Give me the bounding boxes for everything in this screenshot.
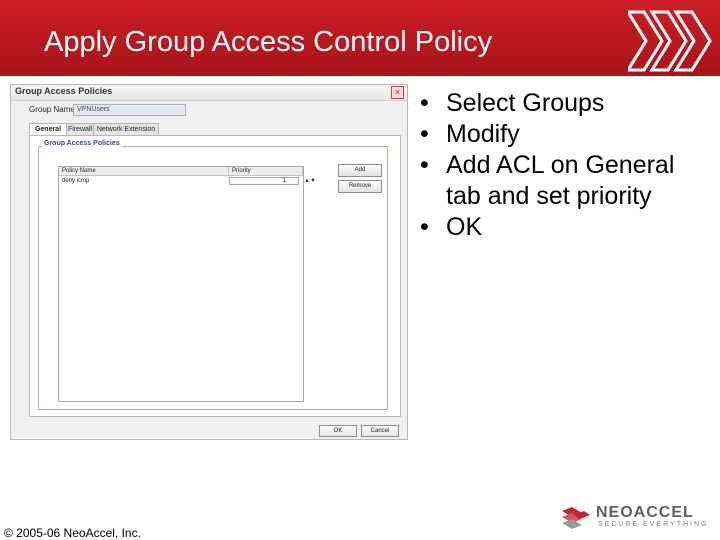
bullet-icon: • xyxy=(420,213,429,241)
list-item: • Add ACL on General tab and set priority xyxy=(420,150,710,212)
general-tab-panel: Group Access Policies Policy Name Priori… xyxy=(29,135,401,417)
logo-tagline: SECURE EVERYTHING xyxy=(598,521,709,528)
column-header-policy-name[interactable]: Policy Name xyxy=(59,167,229,176)
group-name-label: Group Name xyxy=(29,105,75,114)
slide-title: Apply Group Access Control Policy xyxy=(44,26,493,58)
bullet-list: • Select Groups • Modify • Add ACL on Gener… xyxy=(420,88,710,243)
ok-button[interactable]: OK xyxy=(319,425,357,437)
neoaccel-logo-mark-icon xyxy=(562,507,590,529)
dialog-titlebar: Group Access Policies × xyxy=(11,85,407,101)
bullet-text: Add ACL on General tab and set priority xyxy=(446,151,675,210)
neoaccel-logo: NEOACCEL SECURE EVERYTHING xyxy=(560,502,710,532)
policy-table: Policy Name Priority deny icmp 1 ▲▼ xyxy=(58,166,316,402)
dialog-title: Group Access Policies xyxy=(15,86,113,96)
close-icon[interactable]: × xyxy=(391,86,404,99)
add-button[interactable]: Add xyxy=(338,164,382,177)
priority-value: 1 xyxy=(282,178,286,184)
cancel-button[interactable]: Cancel xyxy=(361,425,399,437)
bullet-icon: • xyxy=(420,89,429,117)
logo-name: NEOACCEL xyxy=(596,504,694,521)
remove-button[interactable]: Remove xyxy=(338,180,382,193)
bullet-icon: • xyxy=(420,120,429,148)
tab-firewall[interactable]: Firewall xyxy=(66,123,94,135)
list-item: • Select Groups xyxy=(420,88,710,119)
group-access-policies-dialog: Group Access Policies × Group Name VPNUs… xyxy=(10,84,408,440)
priority-spinner-icon[interactable]: ▲▼ xyxy=(304,177,316,185)
list-item: • OK xyxy=(420,212,710,243)
priority-select[interactable]: 1 xyxy=(229,177,299,185)
slide-title-bar: Apply Group Access Control Policy xyxy=(0,0,720,76)
fieldset-legend: Group Access Policies xyxy=(42,140,122,147)
table-row-policy-name[interactable]: deny icmp xyxy=(59,177,222,186)
chevrons-decoration-icon xyxy=(628,10,712,72)
bullet-text: Select Groups xyxy=(446,89,605,117)
column-header-priority[interactable]: Priority xyxy=(229,167,303,176)
group-name-field[interactable]: VPNUsers xyxy=(73,104,186,116)
copyright-notice: © 2005-06 NeoAccel, Inc. xyxy=(4,526,141,540)
list-item: • Modify xyxy=(420,119,710,150)
bullet-text: OK xyxy=(446,213,483,241)
tab-network-extension[interactable]: Network Extension xyxy=(93,123,159,135)
bullet-text: Modify xyxy=(446,120,520,148)
bullet-icon: • xyxy=(420,151,429,179)
